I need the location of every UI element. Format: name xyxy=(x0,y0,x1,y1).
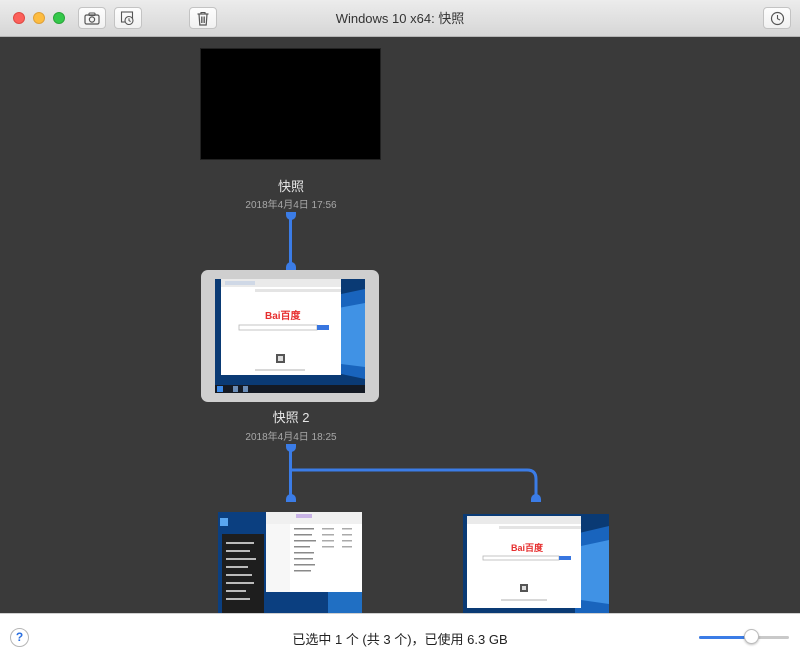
snapshot-date: 2018年4月4日 18:25 xyxy=(245,432,337,443)
close-window-button[interactable] xyxy=(13,12,25,24)
snapshot-thumbnail-4[interactable]: Bai百度 xyxy=(463,514,609,613)
snapshot-thumbnail-2[interactable]: Bai百度 xyxy=(201,270,379,402)
minimize-window-button[interactable] xyxy=(33,12,45,24)
connector-node xyxy=(286,262,296,270)
title-bar: Windows 10 x64: 快照 xyxy=(0,0,800,37)
snapshot-date: 2018年4月4日 17:56 xyxy=(245,200,337,211)
trash-icon xyxy=(197,11,209,26)
clock-icon xyxy=(770,11,784,25)
delete-snapshot-button[interactable] xyxy=(189,7,217,29)
auto-protect-button[interactable] xyxy=(763,7,791,29)
browser-desktop-screenshot: Bai百度 xyxy=(463,514,609,613)
restore-snapshot-button[interactable] xyxy=(114,7,142,29)
windows-desktop-screenshot: Bai百度 xyxy=(215,279,365,393)
tree-connector xyxy=(289,216,292,266)
take-snapshot-button[interactable] xyxy=(78,7,106,29)
zoom-window-button[interactable] xyxy=(53,12,65,24)
explorer-desktop-screenshot xyxy=(218,512,362,613)
snapshot-name: 快照 xyxy=(277,179,304,194)
snapshot-name: 快照 2 xyxy=(272,410,310,425)
camera-icon xyxy=(84,11,100,25)
status-bar: ? 已选中 1 个 (共 3 个)，已使用 6.3 GB xyxy=(0,613,800,660)
connector-node xyxy=(286,494,296,502)
tree-connector xyxy=(289,448,538,498)
snapshot-thumbnail-3[interactable] xyxy=(218,512,362,613)
baidu-logo: Bai百度 xyxy=(265,309,302,322)
zoom-slider[interactable] xyxy=(699,629,789,644)
snapshot-thumbnail-1[interactable] xyxy=(200,48,381,160)
restore-snapshot-icon xyxy=(120,10,134,25)
baidu-logo: Bai百度 xyxy=(511,542,544,553)
connector-node xyxy=(531,494,541,502)
status-text: 已选中 1 个 (共 3 个)，已使用 6.3 GB xyxy=(292,632,508,647)
snapshot-tree: 快照 2018年4月4日 17:56 Bai百度 快照 2 2018年4月4日 … xyxy=(0,38,800,613)
zoom-slider-knob[interactable] xyxy=(743,629,759,644)
